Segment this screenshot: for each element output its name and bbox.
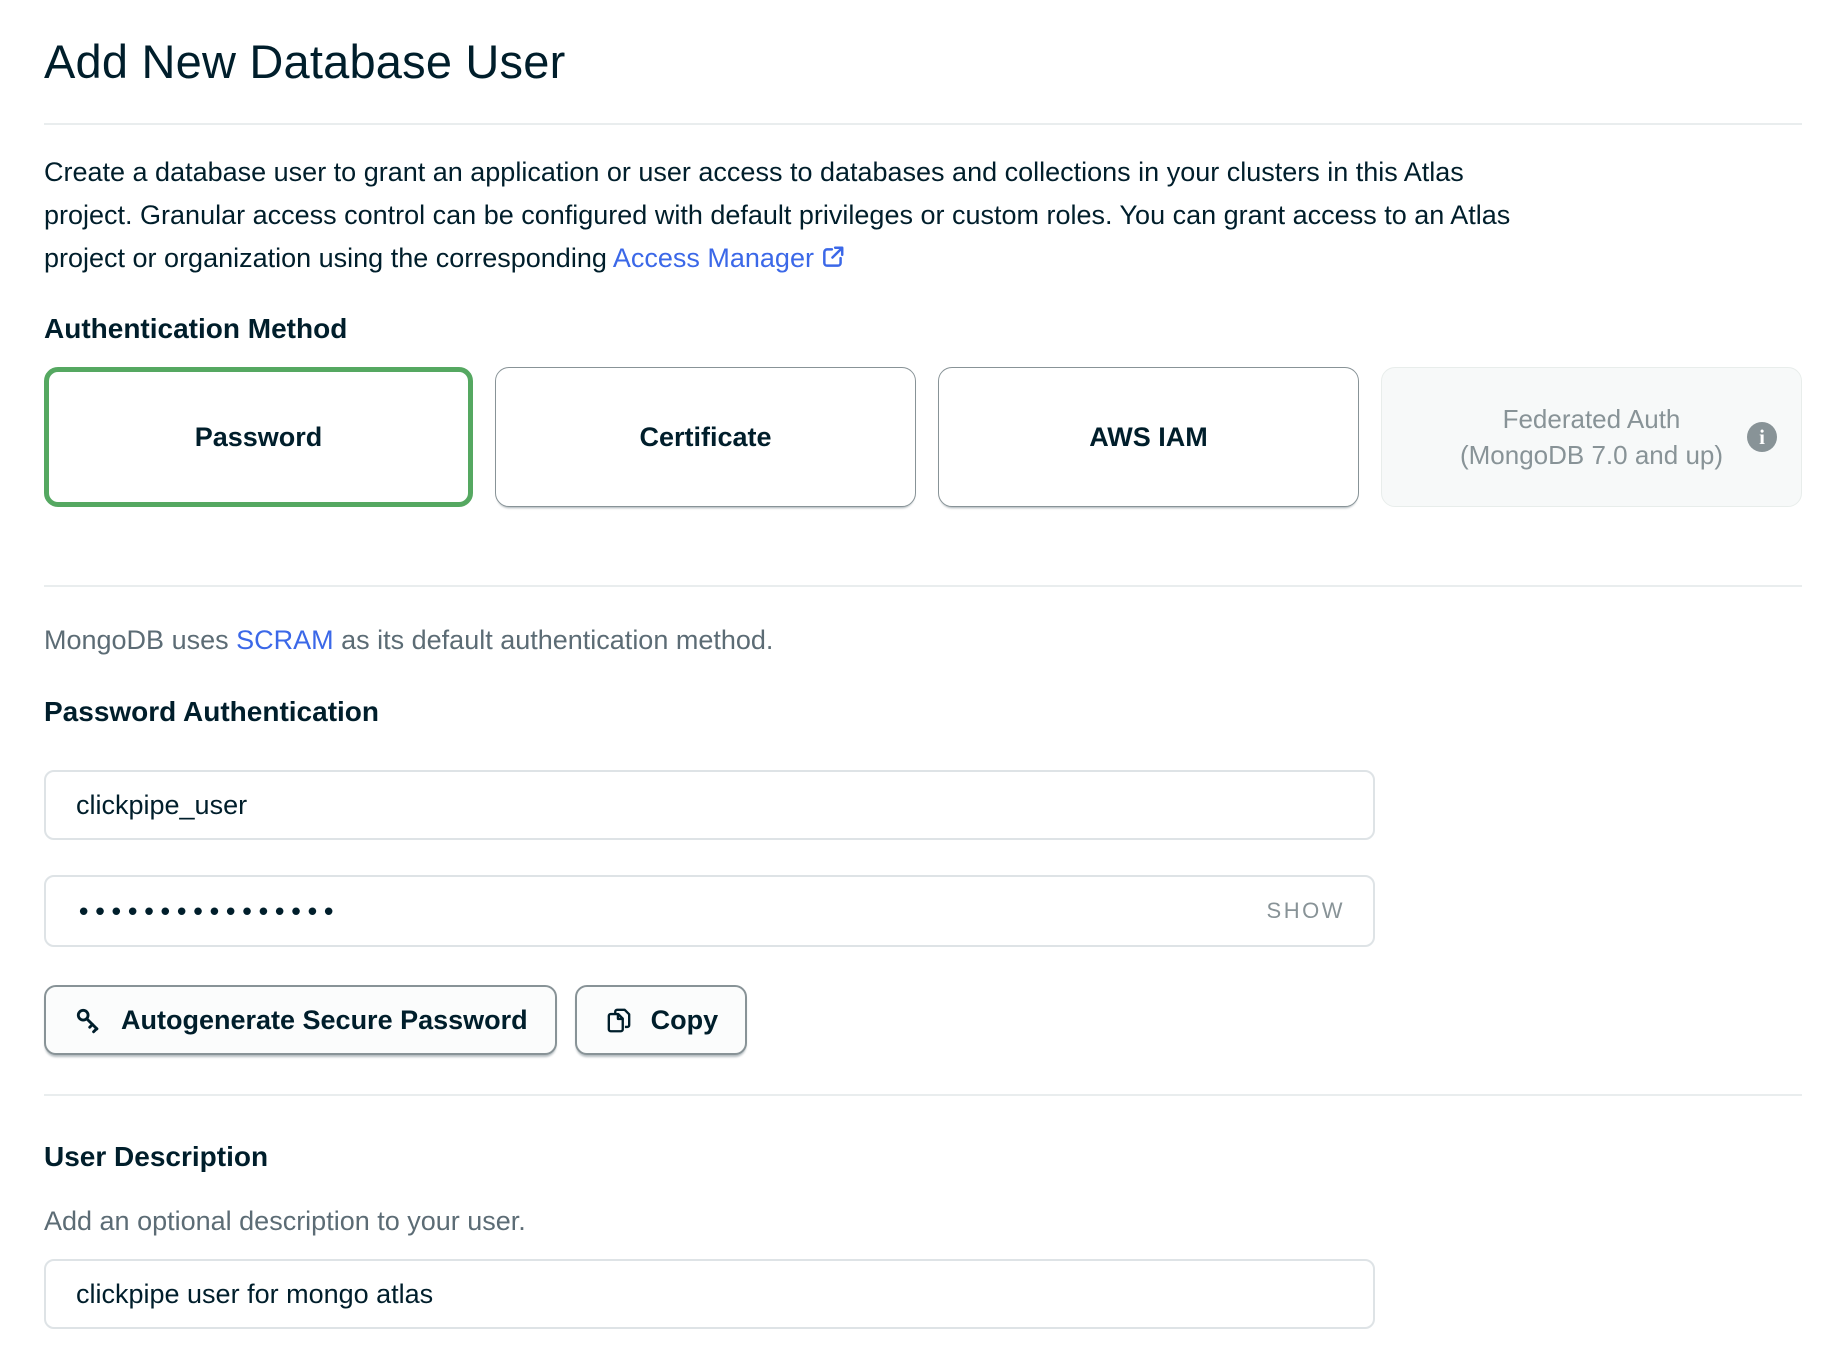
authentication-method-heading: Authentication Method xyxy=(44,313,1802,345)
intro-line-1: Create a database user to grant an appli… xyxy=(44,151,1802,194)
intro-line-3: project or organization using the corres… xyxy=(44,237,1802,283)
scram-note-before: MongoDB uses xyxy=(44,625,236,655)
page-title: Add New Database User xyxy=(44,34,1802,89)
scram-note-after: as its default authentication method. xyxy=(334,625,774,655)
key-icon xyxy=(73,1005,104,1036)
section-divider-password xyxy=(44,1094,1802,1096)
add-database-user-form: Add New Database User Create a database … xyxy=(0,34,1846,1356)
intro-paragraph: Create a database user to grant an appli… xyxy=(44,151,1802,283)
auth-option-federated-auth-label: Federated Auth (MongoDB 7.0 and up) xyxy=(1460,401,1723,473)
auth-method-options: Password Certificate AWS IAM Federated A… xyxy=(44,367,1802,507)
auth-option-certificate[interactable]: Certificate xyxy=(495,367,916,507)
intro-line-3-text: project or organization using the corres… xyxy=(44,243,613,273)
auth-option-aws-iam[interactable]: AWS IAM xyxy=(938,367,1359,507)
password-actions: Autogenerate Secure Password Copy xyxy=(44,985,1802,1055)
title-divider xyxy=(44,123,1802,125)
scram-note: MongoDB uses SCRAM as its default authen… xyxy=(44,625,1802,656)
auth-option-certificate-label: Certificate xyxy=(639,422,771,453)
access-manager-link[interactable]: Access Manager xyxy=(613,243,814,273)
password-masked-value[interactable]: •••••••••••••••• xyxy=(76,896,1267,926)
show-password-button[interactable]: SHOW xyxy=(1267,898,1345,924)
copy-password-button[interactable]: Copy xyxy=(575,985,748,1055)
copy-password-label: Copy xyxy=(651,1005,719,1036)
username-input[interactable] xyxy=(44,770,1375,840)
scram-link[interactable]: SCRAM xyxy=(236,625,334,655)
auth-option-password-label: Password xyxy=(195,422,323,453)
info-icon[interactable]: i xyxy=(1747,422,1777,452)
intro-line-2: project. Granular access control can be … xyxy=(44,194,1802,237)
auth-option-password[interactable]: Password xyxy=(44,367,473,507)
auth-option-federated-auth: Federated Auth (MongoDB 7.0 and up) i xyxy=(1381,367,1802,507)
section-divider-auth xyxy=(44,585,1802,587)
autogenerate-password-label: Autogenerate Secure Password xyxy=(121,1005,528,1036)
federated-auth-label-line2: (MongoDB 7.0 and up) xyxy=(1460,437,1723,473)
user-description-heading: User Description xyxy=(44,1141,1802,1173)
user-description-input[interactable] xyxy=(44,1259,1375,1329)
user-description-subtext: Add an optional description to your user… xyxy=(44,1206,1802,1237)
autogenerate-password-button[interactable]: Autogenerate Secure Password xyxy=(44,985,557,1055)
auth-option-aws-iam-label: AWS IAM xyxy=(1089,422,1208,453)
password-authentication-heading: Password Authentication xyxy=(44,696,1802,728)
password-field[interactable]: •••••••••••••••• SHOW xyxy=(44,875,1375,947)
copy-icon xyxy=(604,1005,634,1035)
external-link-icon[interactable] xyxy=(820,240,846,283)
federated-auth-label-line1: Federated Auth xyxy=(1460,401,1723,437)
